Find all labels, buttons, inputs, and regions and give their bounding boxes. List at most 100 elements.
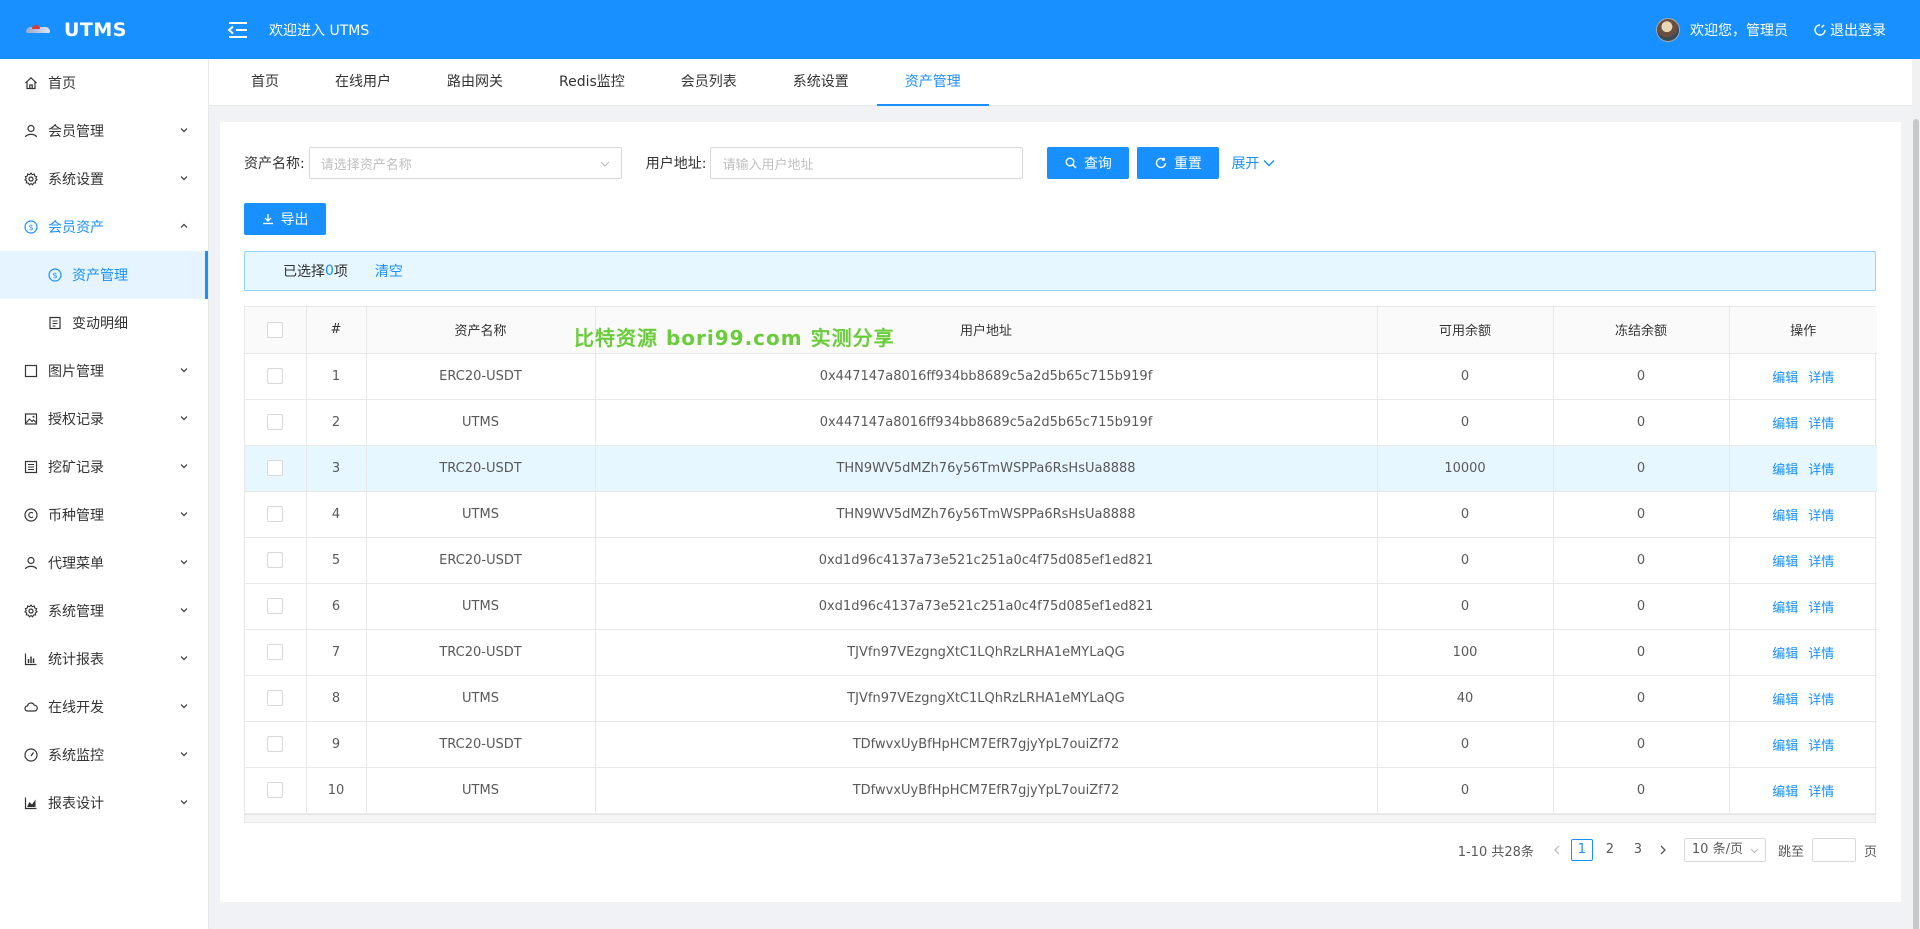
row-checkbox[interactable] [267,460,284,476]
logo-icon [26,24,50,35]
detail-link[interactable]: 详情 [1808,417,1834,432]
table-row[interactable]: 4 UTMS THN9WV5dMZh76y56TmWSPPa6RsHsUa8888 0… [245,491,1877,538]
table-row[interactable]: 6 UTMS 0xd1d96c4137a73e521c251a0c4f75d085e… [245,583,1877,630]
detail-link[interactable]: 详情 [1808,371,1834,386]
next-page-button[interactable] [1652,839,1674,861]
user-address-input[interactable]: 请输入用户地址 [710,147,1024,179]
tab-asset-management[interactable]: 资产管理 [876,59,989,106]
page-1[interactable]: 1 [1570,839,1593,861]
sidebar-item-image-management[interactable]: 图片管理 [0,347,208,395]
tab-member-list[interactable]: 会员列表 [653,59,765,106]
prev-page-button[interactable] [1546,839,1568,861]
edit-link[interactable]: 编辑 [1772,417,1798,432]
table-row[interactable]: 7 TRC20-USDT TJVfn97VEzgngXtC1LQhRzLRHA1eM… [245,629,1877,676]
row-checkbox[interactable] [267,690,284,706]
edit-link[interactable]: 编辑 [1772,371,1798,386]
edit-link[interactable]: 编辑 [1772,739,1798,754]
row-checkbox[interactable] [267,368,284,384]
column-header-asset-name[interactable]: 资产名称 [366,307,596,354]
row-checkbox[interactable] [267,414,284,430]
row-checkbox[interactable] [267,552,284,568]
edit-link[interactable]: 编辑 [1772,601,1798,616]
row-checkbox[interactable] [267,736,284,752]
table-row[interactable]: 5 ERC20-USDT 0xd1d96c4137a73e521c251a0c4f7… [245,537,1877,584]
detail-link[interactable]: 详情 [1808,647,1834,662]
column-header-index[interactable]: # [306,307,367,354]
select-all-checkbox[interactable] [267,321,284,338]
table-row[interactable]: 8 UTMS TJVfn97VEzgngXtC1LQhRzLRHA1eMYLaQG 4… [245,675,1877,722]
edit-link[interactable]: 编辑 [1772,555,1798,570]
row-checkbox[interactable] [267,598,284,614]
sidebar-item-system-monitoring[interactable]: 系统监控 [0,731,208,779]
page-2[interactable]: 2 [1599,839,1621,861]
table-row[interactable]: 1 ERC20-USDT 0x447147a8016ff934bb8689c5a2d… [245,353,1877,400]
detail-link[interactable]: 详情 [1808,509,1834,524]
detail-link[interactable]: 详情 [1808,693,1834,708]
sidebar-item-member-management[interactable]: 会员管理 [0,107,208,155]
scrollbar-thumb[interactable] [1913,119,1919,929]
edit-link[interactable]: 编辑 [1772,693,1798,708]
logo[interactable]: UTMS [0,0,209,59]
sidebar-item-system-settings[interactable]: 系统设置 [0,155,208,203]
sidebar-item-online-development[interactable]: 在线开发 [0,683,208,731]
page-3[interactable]: 3 [1627,839,1649,861]
tab-online-users[interactable]: 在线用户 [307,59,419,106]
table-row[interactable]: 2 UTMS 0x447147a8016ff934bb8689c5a2d5b65c7… [245,399,1877,446]
actions-cell: 编辑 详情 [1729,675,1877,722]
tab-route-gateway[interactable]: 路由网关 [419,59,531,106]
sidebar-item-asset-management[interactable]: $ 资产管理 [0,251,208,299]
edit-link[interactable]: 编辑 [1772,463,1798,478]
detail-link[interactable]: 详情 [1808,785,1834,800]
jump-page-input[interactable] [1811,838,1856,862]
tab-system-settings[interactable]: 系统设置 [765,59,877,106]
user-greeting[interactable]: 欢迎您，管理员 [1690,20,1788,40]
detail-link[interactable]: 详情 [1808,601,1834,616]
tab-home[interactable]: 首页 [223,59,307,106]
reset-button[interactable]: 重置 [1137,147,1220,179]
detail-link[interactable]: 详情 [1808,463,1834,478]
detail-link[interactable]: 详情 [1808,739,1834,754]
cloud-icon [24,700,38,714]
menu-fold-icon[interactable] [227,20,249,40]
clear-selection-link[interactable]: 清空 [375,261,403,281]
expand-toggle[interactable]: 展开 [1231,153,1275,173]
sidebar-item-statistics-reports[interactable]: 统计报表 [0,635,208,683]
tab-redis-monitor[interactable]: Redis监控 [531,59,653,106]
sidebar-item-authorization-records[interactable]: 授权记录 [0,395,208,443]
avatar[interactable] [1656,17,1680,42]
sidebar-item-currency-management[interactable]: 币种管理 [0,491,208,539]
table-row[interactable]: 3 TRC20-USDT THN9WV5dMZh76y56TmWSPPa6RsHsU… [245,445,1877,492]
export-button[interactable]: 导出 [244,203,326,235]
sidebar-item-agent-menu[interactable]: 代理菜单 [0,539,208,587]
svg-text:$: $ [28,223,33,232]
row-checkbox[interactable] [267,782,284,798]
sidebar-item-member-assets[interactable]: $ 会员资产 [0,203,208,251]
column-header-frozen-balance[interactable]: 冻结余额 [1553,307,1730,354]
column-header-user-address[interactable]: 用户地址 [595,307,1378,354]
edit-link[interactable]: 编辑 [1772,785,1798,800]
edit-link[interactable]: 编辑 [1772,509,1798,524]
welcome-title: 欢迎进入 UTMS [269,22,370,39]
page-size-select[interactable]: 10 条/页 [1683,838,1766,862]
table-row[interactable]: 10 UTMS TDfwvxUyBfHpHCM7EfR7gjyYpL7ouiZf72… [245,767,1877,814]
row-checkbox[interactable] [267,506,284,522]
edit-link[interactable]: 编辑 [1772,647,1798,662]
sidebar-item-home[interactable]: 首页 [0,59,208,107]
page-scrollbar[interactable] [1912,59,1920,929]
column-header-actions: 操作 [1729,307,1877,354]
asset-name-select[interactable]: 请选择资产名称 [308,147,622,179]
sidebar-item-change-details[interactable]: 变动明细 [0,299,208,347]
row-checkbox[interactable] [267,644,284,660]
column-header-available-balance[interactable]: 可用余额 [1377,307,1554,354]
chevron-right-icon [1660,845,1666,855]
row-index: 1 [306,353,367,400]
table-horizontal-scrollbar[interactable] [245,813,1875,822]
table-row[interactable]: 9 TRC20-USDT TDfwvxUyBfHpHCM7EfR7gjyYpL7ou… [245,721,1877,768]
sidebar-item-system-management[interactable]: 系统管理 [0,587,208,635]
detail-link[interactable]: 详情 [1808,555,1834,570]
logout-button[interactable]: 退出登录 [1814,20,1886,40]
asset-name-cell: UTMS [366,399,596,446]
query-button[interactable]: 查询 [1047,147,1130,179]
sidebar-item-mining-records[interactable]: 挖矿记录 [0,443,208,491]
sidebar-item-report-design[interactable]: 报表设计 [0,779,208,827]
